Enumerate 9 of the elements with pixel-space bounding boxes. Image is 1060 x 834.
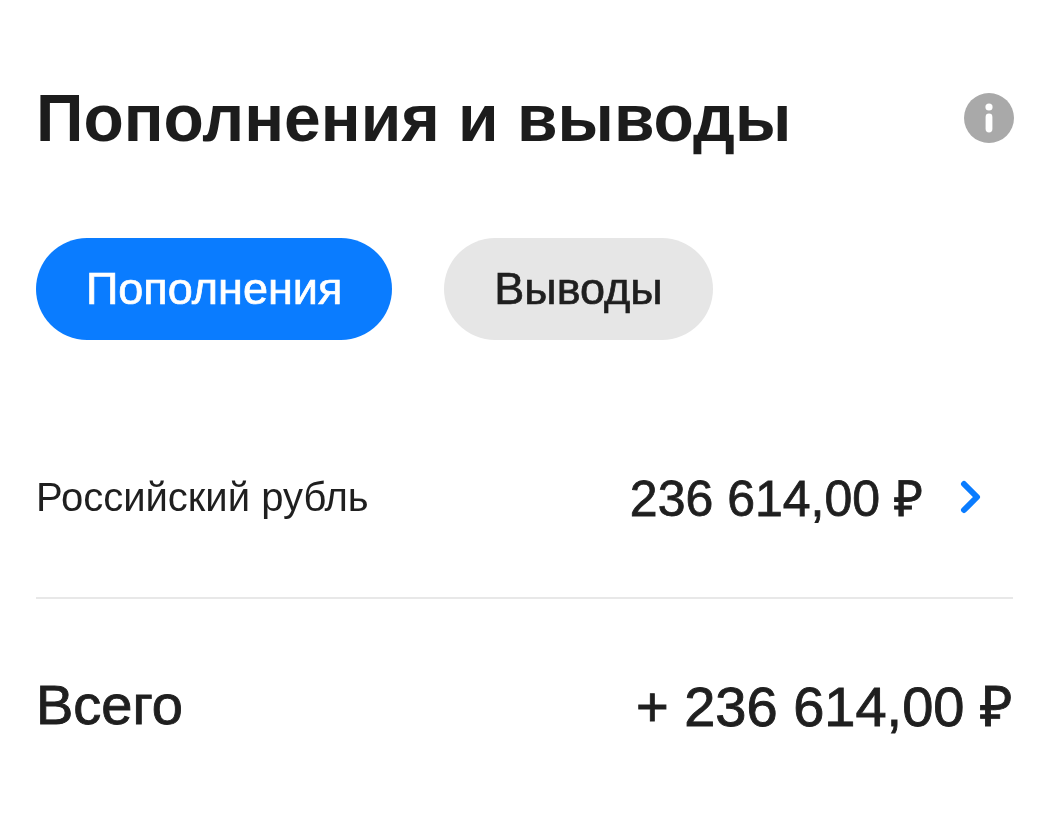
currency-amount: 236 614,00 ₽ [629, 470, 923, 529]
total-amount: + 236 614,00 ₽ [635, 674, 1013, 740]
tab[interactable]: Выводы [444, 238, 713, 340]
currency-name: Российский рубль [36, 474, 369, 520]
info-icon[interactable] [964, 93, 1014, 143]
total-label: Всего [36, 671, 183, 737]
chevron-right-icon[interactable] [959, 479, 983, 515]
page-title: Пополнения и выводы [36, 82, 792, 154]
tab[interactable]: Пополнения [36, 238, 393, 340]
